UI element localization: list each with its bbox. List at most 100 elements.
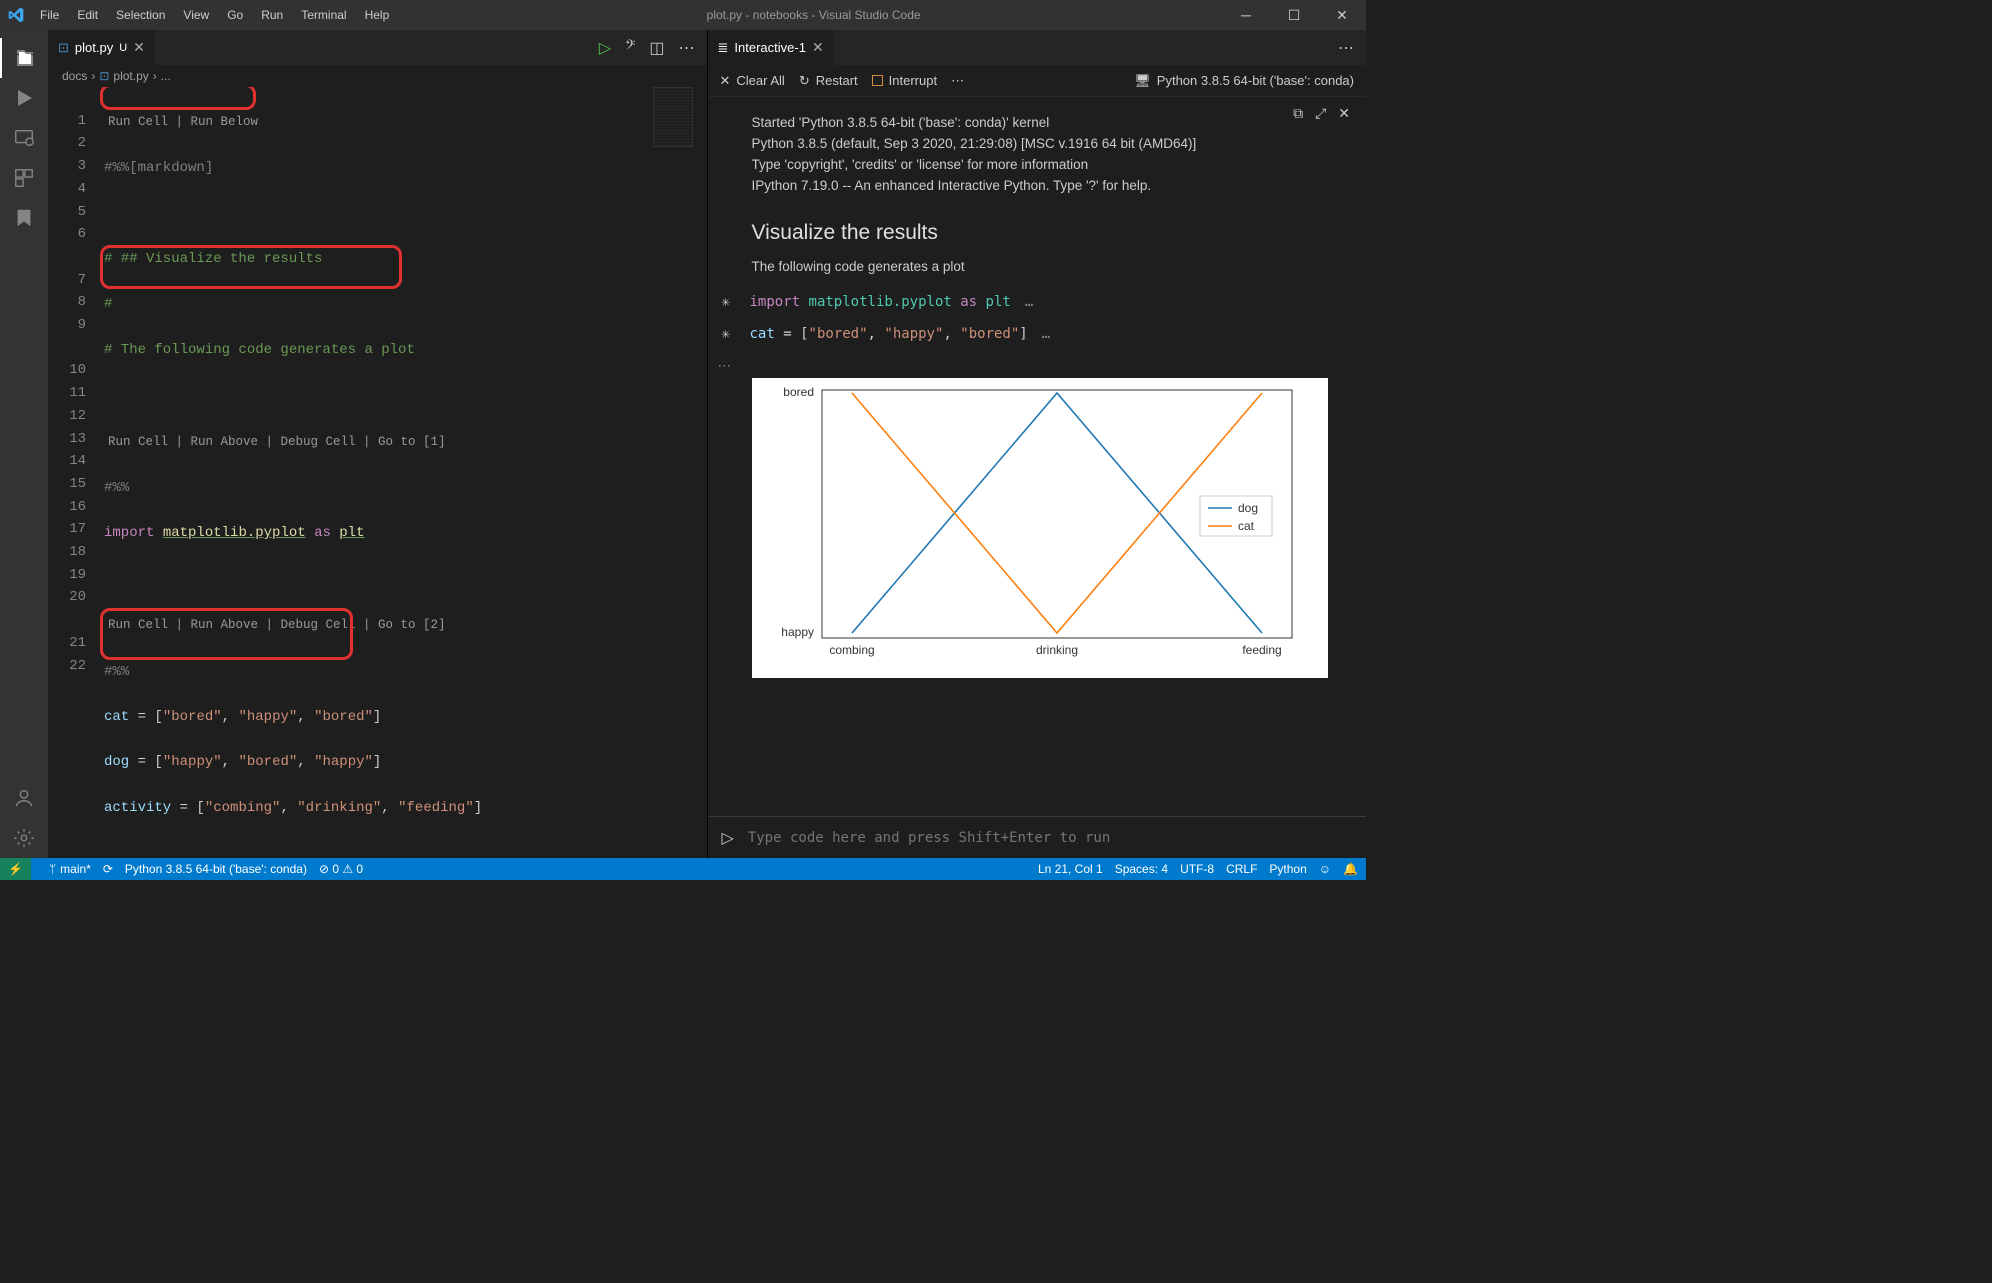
- code-line[interactable]: import matplotlib.pyplot as plt: [104, 522, 667, 545]
- git-branch[interactable]: ᛘ main*: [49, 862, 91, 876]
- run-input-icon[interactable]: ▷: [722, 828, 734, 848]
- menu-view[interactable]: View: [175, 4, 217, 26]
- tab-title: Interactive-1: [734, 40, 806, 55]
- menu-edit[interactable]: Edit: [69, 4, 106, 26]
- window-controls: ─ ☐ ✕: [1230, 7, 1358, 24]
- unsaved-indicator: U: [119, 42, 127, 54]
- account-icon[interactable]: [0, 778, 48, 818]
- python-file-icon: ⊡: [99, 69, 109, 83]
- close-tab-icon[interactable]: ✕: [812, 39, 824, 56]
- codelens-cell1[interactable]: Run Cell | Run Below: [104, 110, 262, 135]
- tab-interactive[interactable]: ≣ Interactive-1 ✕: [708, 30, 834, 65]
- code-line[interactable]: #%%[markdown]: [104, 157, 667, 180]
- split-editor-icon[interactable]: ◫: [649, 38, 664, 58]
- svg-text:bored: bored: [783, 385, 814, 399]
- interrupt-button[interactable]: Interrupt: [872, 73, 937, 88]
- remote-indicator[interactable]: ⚡: [0, 858, 31, 880]
- python-file-icon: ⊡: [58, 40, 69, 56]
- restart-button[interactable]: ↻ Restart: [799, 73, 858, 89]
- title-bar: File Edit Selection View Go Run Terminal…: [0, 0, 1366, 30]
- interactive-input: ▷: [708, 816, 1367, 858]
- codelens-cell3[interactable]: Run Cell | Run Above | Debug Cell | Go t…: [104, 613, 450, 638]
- code-line[interactable]: #%%: [104, 661, 667, 684]
- breadcrumb-file[interactable]: plot.py: [113, 69, 148, 83]
- menu-help[interactable]: Help: [357, 4, 398, 26]
- svg-text:feeding: feeding: [1242, 643, 1281, 657]
- code-line[interactable]: activity = ["combing", "drinking", "feed…: [104, 797, 667, 820]
- vscode-logo-icon: [8, 7, 24, 23]
- menu-go[interactable]: Go: [219, 4, 251, 26]
- sync-icon[interactable]: ⟳: [103, 862, 113, 876]
- code-line[interactable]: cat = ["bored", "happy", "bored"]: [104, 706, 667, 729]
- explorer-icon[interactable]: [0, 38, 48, 78]
- menu-file[interactable]: File: [32, 4, 67, 26]
- code-line[interactable]: #: [104, 293, 667, 316]
- md-heading: Visualize the results: [752, 221, 1351, 245]
- editor-tab-bar: ⊡ plot.py U ✕ ▷ 𝄢 ◫ ⋯: [48, 30, 707, 65]
- problems-counter[interactable]: ⊘ 0 ⚠ 0: [319, 862, 363, 876]
- ellipsis-icon[interactable]: …: [1025, 294, 1033, 310]
- cell-gear-icon[interactable]: ✳: [722, 294, 740, 310]
- run-debug-icon[interactable]: [0, 78, 48, 118]
- status-bar: ⚡ ᛘ main* ⟳ Python 3.8.5 64-bit ('base':…: [0, 858, 1366, 880]
- extensions-icon[interactable]: [0, 158, 48, 198]
- interactive-toolbar: ✕ Clear All ↻ Restart Interrupt ⋯ 🖥 Pyth…: [708, 65, 1367, 97]
- code-editor[interactable]: 123456 789 1011121314151617181920 2122 R…: [48, 87, 707, 858]
- menu-run[interactable]: Run: [253, 4, 291, 26]
- menu-selection[interactable]: Selection: [108, 4, 173, 26]
- menu-terminal[interactable]: Terminal: [293, 4, 354, 26]
- code-line[interactable]: # ## Visualize the results: [104, 248, 667, 271]
- breadcrumb-folder[interactable]: docs: [62, 69, 87, 83]
- feedback-icon[interactable]: ☺: [1319, 862, 1331, 876]
- run-file-icon[interactable]: ▷: [599, 38, 611, 58]
- tab-plot-py[interactable]: ⊡ plot.py U ✕: [48, 30, 155, 65]
- maximize-button[interactable]: ☐: [1278, 7, 1310, 24]
- code-line[interactable]: # The following code generates a plot: [104, 339, 667, 362]
- clear-all-button[interactable]: ✕ Clear All: [720, 73, 785, 89]
- indentation[interactable]: Spaces: 4: [1115, 862, 1168, 876]
- git-compare-icon[interactable]: 𝄢: [625, 39, 635, 57]
- code-input[interactable]: [748, 830, 1352, 846]
- copy-icon[interactable]: ⧉: [1293, 105, 1303, 122]
- activity-bar: [0, 30, 48, 858]
- tab-title: plot.py: [75, 40, 113, 55]
- breadcrumb[interactable]: docs › ⊡ plot.py › ...: [48, 65, 707, 87]
- eol[interactable]: CRLF: [1226, 862, 1257, 876]
- kernel-picker[interactable]: 🖥 Python 3.8.5 64-bit ('base': conda): [1134, 73, 1354, 89]
- more-actions-icon[interactable]: ⋯: [679, 38, 695, 58]
- more-toolbar-icon[interactable]: ⋯: [951, 73, 964, 89]
- more-actions-icon[interactable]: ⋯: [1338, 38, 1354, 58]
- bookmark-icon[interactable]: [0, 198, 48, 238]
- codelens-cell2[interactable]: Run Cell | Run Above | Debug Cell | Go t…: [104, 430, 450, 455]
- encoding[interactable]: UTF-8: [1180, 862, 1214, 876]
- cursor-position[interactable]: Ln 21, Col 1: [1038, 862, 1103, 876]
- code-line[interactable]: #%%: [104, 477, 667, 500]
- svg-text:combing: combing: [829, 643, 874, 657]
- ellipsis-icon[interactable]: ⋯: [718, 358, 1351, 374]
- python-interpreter[interactable]: Python 3.8.5 64-bit ('base': conda): [125, 862, 307, 876]
- code-line[interactable]: dog = ["happy", "bored", "happy"]: [104, 751, 667, 774]
- cell-gear-icon[interactable]: ✳: [722, 326, 740, 342]
- line-number-gutter: 123456 789 1011121314151617181920 2122: [48, 87, 104, 677]
- executed-cell-2[interactable]: ✳ cat = ["bored", "happy", "bored"] …: [722, 326, 1351, 342]
- svg-text:cat: cat: [1238, 519, 1255, 533]
- close-button[interactable]: ✕: [1326, 7, 1358, 24]
- svg-text:happy: happy: [781, 625, 814, 639]
- settings-gear-icon[interactable]: [0, 818, 48, 858]
- interactive-tab-bar: ≣ Interactive-1 ✕ ⋯: [708, 30, 1367, 65]
- close-output-icon[interactable]: ✕: [1338, 105, 1350, 122]
- interactive-body[interactable]: ⧉ ⤢ ✕ Started 'Python 3.8.5 64-bit ('bas…: [708, 97, 1367, 816]
- minimize-button[interactable]: ─: [1230, 7, 1262, 24]
- window-title: plot.py - notebooks - Visual Studio Code: [397, 8, 1230, 22]
- notifications-icon[interactable]: 🔔: [1343, 862, 1358, 876]
- executed-cell-1[interactable]: ✳ import matplotlib.pyplot as plt …: [722, 294, 1351, 310]
- close-tab-icon[interactable]: ✕: [133, 39, 145, 56]
- remote-explorer-icon[interactable]: [0, 118, 48, 158]
- kernel-info: Started 'Python 3.8.5 64-bit ('base': co…: [752, 113, 1351, 197]
- breadcrumb-more[interactable]: ...: [161, 69, 171, 83]
- svg-text:drinking: drinking: [1035, 643, 1077, 657]
- chart-output: bored happy combing drinking feeding dog: [752, 378, 1328, 678]
- ellipsis-icon[interactable]: …: [1042, 326, 1050, 342]
- expand-icon[interactable]: ⤢: [1315, 105, 1326, 122]
- language-mode[interactable]: Python: [1269, 862, 1306, 876]
